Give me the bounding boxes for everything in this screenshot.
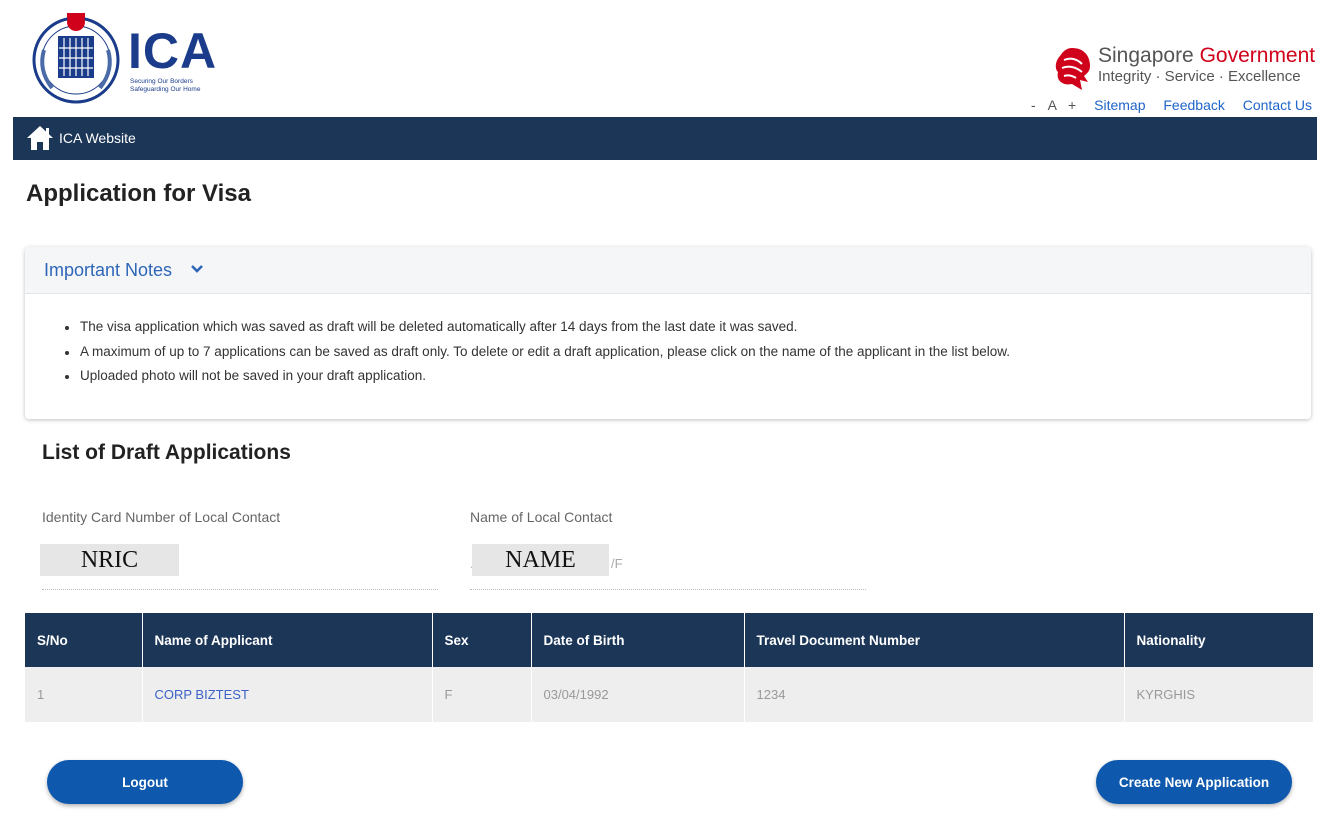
contact-name-label: Name of Local Contact [470, 509, 613, 525]
ica-seal-icon [32, 13, 120, 104]
gov-title: Singapore Government [1098, 44, 1315, 68]
ica-tagline-line2: Safeguarding Our Home [130, 86, 201, 93]
gov-motto: Integrity · Service · Excellence [1098, 68, 1301, 85]
ica-tagline-line1: Securing Our Borders [130, 78, 193, 85]
ica-logo-text: ICA [128, 23, 218, 79]
feedback-link[interactable]: Feedback [1163, 97, 1224, 113]
page-title: Application for Visa [26, 180, 251, 207]
home-icon[interactable] [26, 125, 54, 151]
sitemap-link[interactable]: Sitemap [1094, 97, 1145, 113]
col-header-dob: Date of Birth [531, 613, 745, 667]
ica-website-link[interactable]: ICA Website [59, 130, 136, 146]
ica-tagline: Securing Our Borders Safeguarding Our Ho… [130, 78, 240, 94]
contact-us-link[interactable]: Contact Us [1243, 97, 1312, 113]
applicant-name-link[interactable]: CORP BIZTEST [142, 667, 433, 722]
draft-list-title: List of Draft Applications [42, 441, 291, 464]
cell-sno: 1 [25, 667, 143, 722]
cell-sex: F [432, 667, 532, 722]
top-navbar: ICA Website [13, 117, 1317, 160]
gov-title-singapore: Singapore [1098, 44, 1200, 67]
col-header-travel-doc: Travel Document Number [744, 613, 1125, 667]
important-notes-panel: Important Notes The visa application whi… [25, 247, 1311, 419]
create-new-application-button[interactable]: Create New Application [1096, 760, 1292, 804]
important-notes-list: The visa application which was saved as … [65, 315, 1010, 389]
important-notes-toggle[interactable]: Important Notes [25, 247, 1311, 294]
cell-travel-doc: 1234 [744, 667, 1125, 722]
cell-dob: 03/04/1992 [531, 667, 745, 722]
cell-nationality: KYRGHIS [1124, 667, 1313, 722]
gov-title-government: Government [1199, 44, 1316, 67]
col-header-sno: S/No [25, 613, 143, 667]
contact-name-suffix: /F [611, 556, 623, 571]
id-number-value: NRIC [40, 544, 179, 576]
note-item: The visa application which was saved as … [65, 315, 1010, 340]
col-header-name: Name of Applicant [142, 613, 433, 667]
lion-head-icon [1055, 48, 1090, 90]
singapore-government-logo[interactable]: Singapore Government Integrity · Service… [1052, 44, 1322, 92]
note-item: A maximum of up to 7 applications can be… [65, 340, 1010, 365]
table-header-row: S/No Name of Applicant Sex Date of Birth… [25, 613, 1313, 667]
contact-name-value: NAME [472, 544, 609, 576]
chevron-down-icon [191, 265, 203, 273]
col-header-sex: Sex [432, 613, 532, 667]
ica-logo[interactable]: ICA Securing Our Borders Safeguarding Ou… [30, 10, 230, 106]
font-increase-button[interactable]: + [1068, 97, 1076, 113]
note-item: Uploaded photo will not be saved in your… [65, 364, 1010, 389]
font-decrease-button[interactable]: - [1031, 97, 1036, 113]
id-number-label: Identity Card Number of Local Contact [42, 509, 281, 525]
table-row: 1 CORP BIZTEST F 03/04/1992 1234 KYRGHIS [25, 667, 1313, 722]
logout-button[interactable]: Logout [47, 760, 243, 804]
col-header-nationality: Nationality [1124, 613, 1313, 667]
important-notes-title: Important Notes [44, 260, 173, 280]
draft-applications-table: S/No Name of Applicant Sex Date of Birth… [25, 613, 1313, 722]
font-size-label: A [1047, 97, 1057, 113]
utility-bar: - A + Sitemap Feedback Contact Us [1023, 97, 1312, 113]
